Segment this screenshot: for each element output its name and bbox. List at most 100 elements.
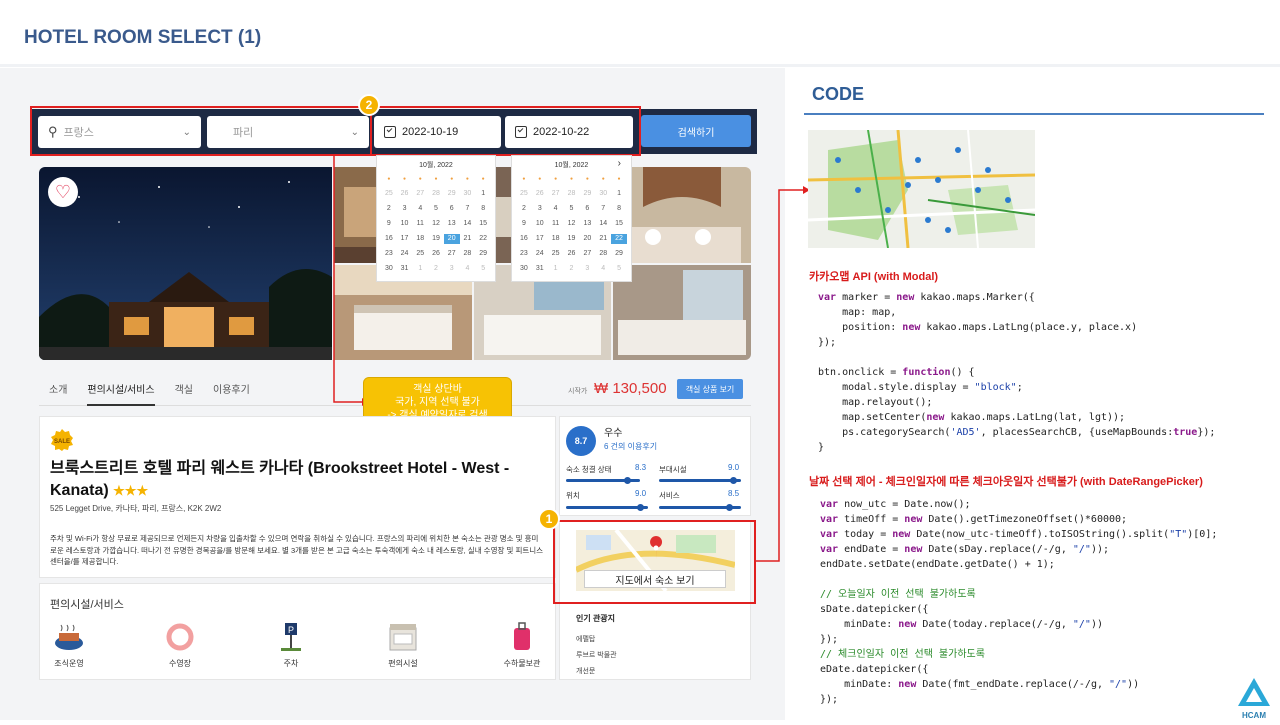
- calendar-day[interactable]: 27: [412, 189, 428, 199]
- attraction-item[interactable]: 루브르 박물관: [576, 650, 617, 660]
- calendar-day[interactable]: 15: [611, 219, 627, 229]
- calendar-day[interactable]: 5: [564, 204, 580, 214]
- calendar-day[interactable]: 29: [475, 249, 491, 259]
- tab-intro[interactable]: 소개: [49, 381, 67, 396]
- calendar-day[interactable]: 3: [444, 264, 460, 274]
- review-count-link[interactable]: 6 건의 이용후기: [604, 441, 657, 452]
- calendar-day[interactable]: 13: [444, 219, 460, 229]
- calendar-day[interactable]: 2: [564, 264, 580, 274]
- calendar-day[interactable]: 13: [579, 219, 595, 229]
- calendar-day[interactable]: 26: [397, 189, 413, 199]
- calendar-day[interactable]: 15: [475, 219, 491, 229]
- next-month-arrow-icon[interactable]: ›: [618, 158, 621, 169]
- calendar-day[interactable]: 31: [532, 264, 548, 274]
- calendar-day[interactable]: 22: [475, 234, 491, 244]
- calendar-day[interactable]: 11: [548, 219, 564, 229]
- calendar-day[interactable]: 27: [444, 249, 460, 259]
- calendar-day[interactable]: 26: [532, 189, 548, 199]
- checkin-calendar[interactable]: 10월, 2022 ● ● ● ● ● ● ● 25 26 27 28 29 30 1 2 3 4 5 6 7 8 9 10…: [376, 155, 496, 282]
- calendar-day[interactable]: 9: [516, 219, 532, 229]
- calendar-day[interactable]: 26: [428, 249, 444, 259]
- view-rooms-button[interactable]: 객실 상품 보기: [677, 379, 743, 399]
- calendar-day[interactable]: 4: [548, 204, 564, 214]
- attraction-item[interactable]: 개선문: [576, 666, 595, 676]
- calendar-day[interactable]: 2: [381, 204, 397, 214]
- favorite-heart-icon[interactable]: ♡: [48, 177, 78, 207]
- calendar-day[interactable]: 25: [412, 249, 428, 259]
- calendar-day[interactable]: 26: [564, 249, 580, 259]
- calendar-day[interactable]: 4: [595, 264, 611, 274]
- calendar-day[interactable]: 8: [475, 204, 491, 214]
- tab-reviews[interactable]: 이용후기: [213, 381, 250, 396]
- calendar-day[interactable]: 29: [444, 189, 460, 199]
- tab-rooms[interactable]: 객실: [175, 381, 193, 396]
- calendar-day[interactable]: 10: [397, 219, 413, 229]
- calendar-day[interactable]: 8: [611, 204, 627, 214]
- calendar-day[interactable]: 20: [443, 234, 460, 244]
- calendar-day[interactable]: 25: [516, 189, 532, 199]
- calendar-day[interactable]: 7: [460, 204, 476, 214]
- calendar-day[interactable]: 3: [532, 204, 548, 214]
- calendar-day[interactable]: 21: [595, 234, 611, 244]
- calendar-day[interactable]: 23: [381, 249, 397, 259]
- calendar-day[interactable]: 19: [564, 234, 580, 244]
- restaurant-photo[interactable]: [613, 167, 751, 263]
- attraction-item[interactable]: 에펠탑: [576, 634, 595, 644]
- checkout-calendar[interactable]: 10월, 2022 › ● ● ● ● ● ● ● 25 26 27 28 29 30 1 2 3 4 5 6 7 8 9…: [511, 155, 632, 282]
- calendar-day[interactable]: 12: [564, 219, 580, 229]
- calendar-day[interactable]: 17: [397, 234, 413, 244]
- calendar-day[interactable]: 17: [532, 234, 548, 244]
- calendar-day[interactable]: 11: [412, 219, 428, 229]
- calendar-day[interactable]: 24: [532, 249, 548, 259]
- calendar-day[interactable]: 28: [595, 249, 611, 259]
- calendar-day[interactable]: 25: [548, 249, 564, 259]
- calendar-day[interactable]: 3: [397, 204, 413, 214]
- calendar-day[interactable]: 7: [595, 204, 611, 214]
- calendar-day[interactable]: 30: [595, 189, 611, 199]
- calendar-day[interactable]: 4: [412, 204, 428, 214]
- calendar-day[interactable]: 29: [579, 189, 595, 199]
- calendar-day[interactable]: 20: [579, 234, 595, 244]
- calendar-day[interactable]: 2: [428, 264, 444, 274]
- calendar-day[interactable]: 29: [611, 249, 627, 259]
- calendar-day[interactable]: 30: [516, 264, 532, 274]
- calendar-day[interactable]: 30: [381, 264, 397, 274]
- calendar-day[interactable]: 2: [516, 204, 532, 214]
- calendar-day[interactable]: 10: [532, 219, 548, 229]
- calendar-day[interactable]: 12: [428, 219, 444, 229]
- calendar-day[interactable]: 21: [460, 234, 476, 244]
- calendar-day[interactable]: 6: [444, 204, 460, 214]
- calendar-day[interactable]: 4: [460, 264, 476, 274]
- calendar-day[interactable]: 31: [397, 264, 413, 274]
- calendar-day[interactable]: 19: [428, 234, 444, 244]
- hotel-main-photo[interactable]: [39, 167, 332, 360]
- calendar-day[interactable]: 5: [611, 264, 627, 274]
- calendar-day[interactable]: 5: [428, 204, 444, 214]
- calendar-day[interactable]: 14: [595, 219, 611, 229]
- calendar-day[interactable]: 1: [611, 189, 627, 199]
- calendar-day[interactable]: 22: [611, 234, 627, 244]
- search-button[interactable]: 검색하기: [641, 115, 751, 147]
- calendar-day[interactable]: 25: [381, 189, 397, 199]
- calendar-day[interactable]: 1: [412, 264, 428, 274]
- calendar-day[interactable]: 6: [579, 204, 595, 214]
- calendar-day[interactable]: 18: [548, 234, 564, 244]
- calendar-day[interactable]: 1: [475, 189, 491, 199]
- calendar-day[interactable]: 1: [548, 264, 564, 274]
- calendar-day[interactable]: 28: [428, 189, 444, 199]
- calendar-day[interactable]: 16: [516, 234, 532, 244]
- calendar-day[interactable]: 27: [579, 249, 595, 259]
- room-photo-5[interactable]: [613, 265, 751, 360]
- calendar-day[interactable]: 14: [460, 219, 476, 229]
- calendar-day[interactable]: 23: [516, 249, 532, 259]
- calendar-day[interactable]: 28: [460, 249, 476, 259]
- calendar-day[interactable]: 16: [381, 234, 397, 244]
- calendar-day[interactable]: 28: [564, 189, 580, 199]
- calendar-day[interactable]: 30: [460, 189, 476, 199]
- calendar-day[interactable]: 18: [412, 234, 428, 244]
- tab-amenities[interactable]: 편의시설/서비스: [87, 381, 155, 406]
- calendar-day[interactable]: 5: [475, 264, 491, 274]
- calendar-day[interactable]: 3: [579, 264, 595, 274]
- calendar-day[interactable]: 24: [397, 249, 413, 259]
- calendar-day[interactable]: 9: [381, 219, 397, 229]
